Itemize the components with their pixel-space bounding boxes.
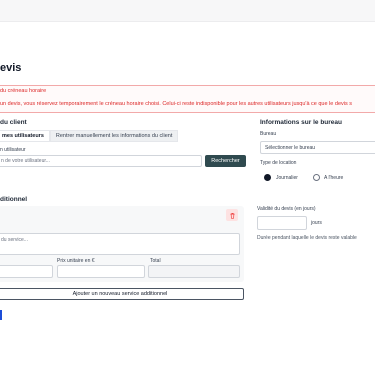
tab-my-users[interactable]: mes utilisateurs: [0, 130, 50, 142]
alert-title: du créneau horaire: [0, 88, 47, 94]
delete-service-button[interactable]: [226, 209, 238, 221]
user-search-input[interactable]: n de votre utilisateur...: [0, 155, 202, 167]
page-title: evis: [0, 62, 22, 74]
unit-price-input[interactable]: [57, 265, 145, 278]
service-description-input[interactable]: du service...: [0, 233, 240, 255]
validity-days-input[interactable]: [257, 216, 307, 230]
additional-section-title: ditionnel: [0, 196, 28, 203]
validity-label: Validité du devis (en jours): [257, 206, 316, 212]
client-section-title: du client: [0, 119, 27, 126]
validity-unit: jours: [311, 220, 322, 226]
tab-manual-entry[interactable]: Rentrer manuellement les informations du…: [49, 130, 179, 142]
validity-hint: Durée pendant laquelle le devis reste va…: [257, 235, 357, 241]
bureau-select[interactable]: Sélectionner le bureau: [260, 141, 375, 154]
primary-button-edge[interactable]: [0, 310, 2, 320]
radio-hourly-label: A l'heure: [324, 175, 344, 181]
bureau-label: Bureau: [260, 131, 277, 137]
radio-daily[interactable]: [264, 174, 271, 181]
user-field-label: n utilisateur: [0, 147, 26, 153]
top-bar: [0, 0, 375, 22]
search-button[interactable]: Rechercher: [205, 155, 246, 167]
quantity-input[interactable]: [0, 265, 53, 278]
total-label: Total: [150, 258, 161, 264]
reservation-alert: [0, 85, 375, 113]
unit-price-label: Prix unitaire en €: [57, 258, 95, 264]
add-service-button[interactable]: Ajouter un nouveau service additionnel: [0, 288, 244, 300]
client-tabs: mes utilisateurs Rentrer manuellement le…: [0, 130, 186, 142]
radio-daily-label: Journalier: [276, 175, 298, 181]
office-section-title: Informations sur le bureau: [260, 119, 342, 126]
location-type-label: Type de location: [260, 160, 297, 166]
total-field: [148, 265, 240, 278]
radio-hourly[interactable]: [313, 174, 320, 181]
trash-icon: [229, 212, 235, 219]
alert-text: un devis, vous réservez temporairement l…: [0, 101, 353, 107]
